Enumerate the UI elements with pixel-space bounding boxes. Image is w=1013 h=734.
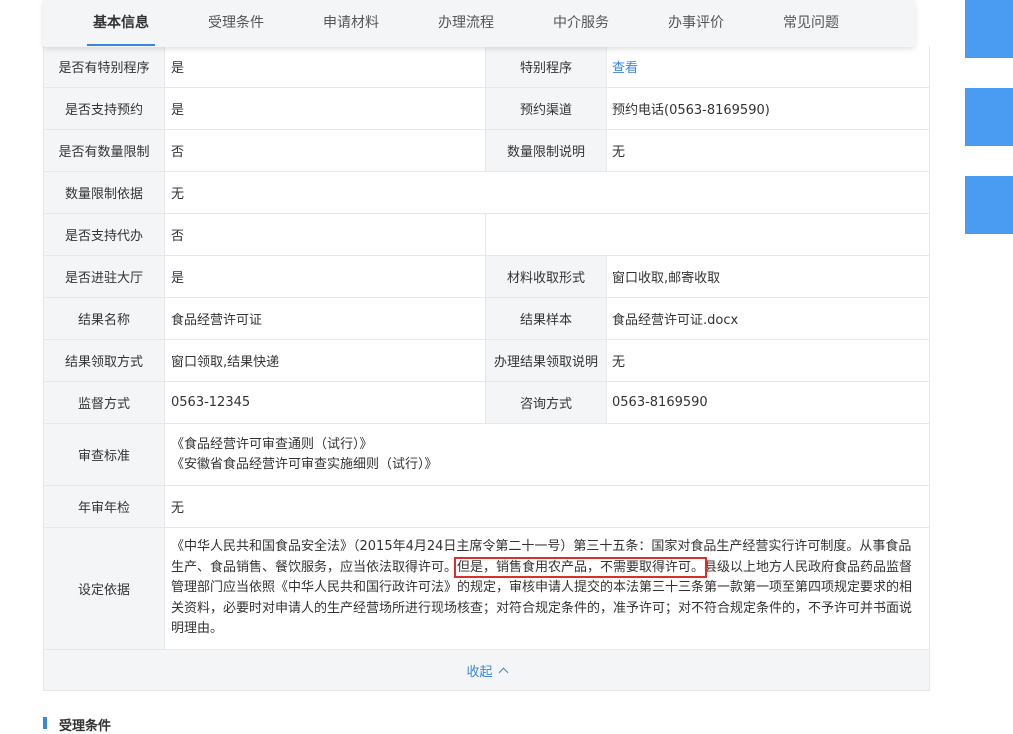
row-value: 窗口收取,邮寄收取: [607, 256, 929, 297]
row-value: 是: [165, 256, 486, 297]
row-value: 预约电话(0563-8169590): [607, 88, 929, 129]
row-value: 否: [165, 130, 486, 171]
row-value: 《中华人民共和国食品安全法》（2015年4月24日主席令第二十一号）第三十五条：…: [165, 528, 929, 649]
row-label: 审查标准: [44, 424, 165, 485]
table-row: 监督方式 0563-12345 咨询方式 0563-8169590: [44, 382, 929, 424]
tab-bar: 基本信息 受理条件 申请材料 办理流程 中介服务 办事评价 常见问题: [43, 0, 915, 47]
row-label: 是否进驻大厅: [44, 256, 165, 297]
table-row: 设定依据 《中华人民共和国食品安全法》（2015年4月24日主席令第二十一号）第…: [44, 528, 929, 650]
row-label: 结果领取方式: [44, 340, 165, 381]
side-float-button[interactable]: [965, 0, 1013, 58]
tab-intermediary-service[interactable]: 中介服务: [553, 0, 609, 47]
row-label: 是否有特别程序: [44, 46, 165, 87]
row-value: 无: [165, 486, 929, 527]
tab-label: 办事评价: [668, 15, 724, 31]
collapse-label: 收起: [466, 664, 493, 680]
row-value: 食品经营许可证: [165, 298, 486, 339]
row-label: 办理结果领取说明: [486, 340, 607, 381]
tab-label: 基本信息: [93, 15, 149, 31]
active-tab-indicator: [87, 44, 155, 46]
row-label: 特别程序: [486, 46, 607, 87]
row-label: 数量限制说明: [486, 130, 607, 171]
row-label: 结果样本: [486, 298, 607, 339]
chevron-up-icon: [498, 667, 508, 677]
table-row: 数量限制依据 无: [44, 172, 929, 214]
tab-label: 办理流程: [438, 15, 494, 31]
tab-evaluation[interactable]: 办事评价: [668, 0, 724, 47]
side-float-button[interactable]: [965, 176, 1013, 234]
row-label: 监督方式: [44, 382, 165, 423]
tab-application-materials[interactable]: 申请材料: [323, 0, 379, 47]
empty-cell: [486, 214, 929, 255]
row-value: 是: [165, 88, 486, 129]
row-value: 窗口领取,结果快递: [165, 340, 486, 381]
side-float-button[interactable]: [965, 88, 1013, 146]
table-row: 结果领取方式 窗口领取,结果快递 办理结果领取说明 无: [44, 340, 929, 382]
row-value: 否: [165, 214, 486, 255]
tab-label: 申请材料: [323, 15, 379, 31]
basic-info-table: 是否有特别程序 是 特别程序 查看 是否支持预约 是 预约渠道 预约电话(056…: [43, 46, 930, 691]
row-label: 数量限制依据: [44, 172, 165, 213]
tab-label: 常见问题: [783, 15, 839, 31]
table-row: 是否有特别程序 是 特别程序 查看: [44, 46, 929, 88]
legal-basis-text: 《中华人民共和国食品安全法》（2015年4月24日主席令第二十一号）第三十五条：…: [165, 527, 929, 650]
tab-label: 受理条件: [208, 15, 264, 31]
view-special-program-link[interactable]: 查看: [612, 57, 638, 76]
standard-line: 《安徽省食品经营许可审查实施细则（试行）》: [171, 456, 438, 472]
tab-label: 中介服务: [553, 15, 609, 31]
row-label: 是否支持代办: [44, 214, 165, 255]
row-label: 是否有数量限制: [44, 130, 165, 171]
table-row: 是否进驻大厅 是 材料收取形式 窗口收取,邮寄收取: [44, 256, 929, 298]
row-label: 结果名称: [44, 298, 165, 339]
tab-process[interactable]: 办理流程: [438, 0, 494, 47]
row-value: 《食品经营许可审查通则（试行）》 《安徽省食品经营许可审查实施细则（试行）》: [165, 424, 929, 485]
table-row: 是否支持预约 是 预约渠道 预约电话(0563-8169590): [44, 88, 929, 130]
row-label: 预约渠道: [486, 88, 607, 129]
tab-basic-info[interactable]: 基本信息: [87, 0, 155, 47]
row-label: 是否支持预约: [44, 88, 165, 129]
row-value: 无: [165, 172, 929, 213]
section-accent-bar: [43, 717, 47, 729]
row-label: 设定依据: [44, 528, 165, 649]
row-label: 咨询方式: [486, 382, 607, 423]
tab-faq[interactable]: 常见问题: [783, 0, 839, 47]
table-row: 是否支持代办 否: [44, 214, 929, 256]
result-sample-file[interactable]: 食品经营许可证.docx: [607, 298, 929, 339]
row-value: 0563-8169590: [607, 382, 929, 423]
row-value: 是: [165, 46, 486, 87]
section-title: 受理条件: [59, 719, 112, 734]
standard-line: 《食品经营许可审查通则（试行）》: [171, 436, 373, 452]
row-value: 无: [607, 340, 929, 381]
table-row: 审查标准 《食品经营许可审查通则（试行）》 《安徽省食品经营许可审查实施细则（试…: [44, 424, 929, 486]
highlighted-clause: 但是，销售食用农产品，不需要取得许可。: [454, 556, 708, 578]
table-row: 是否有数量限制 否 数量限制说明 无: [44, 130, 929, 172]
table-row: 结果名称 食品经营许可证 结果样本 食品经营许可证.docx: [44, 298, 929, 340]
tab-acceptance-conditions[interactable]: 受理条件: [208, 0, 264, 47]
row-label: 年审年检: [44, 486, 165, 527]
row-label: 材料收取形式: [486, 256, 607, 297]
table-row: 年审年检 无: [44, 486, 929, 528]
row-value: 0563-12345: [165, 382, 486, 423]
collapse-button[interactable]: 收起: [44, 650, 929, 691]
row-value: 无: [607, 130, 929, 171]
row-value: 查看: [607, 46, 929, 87]
